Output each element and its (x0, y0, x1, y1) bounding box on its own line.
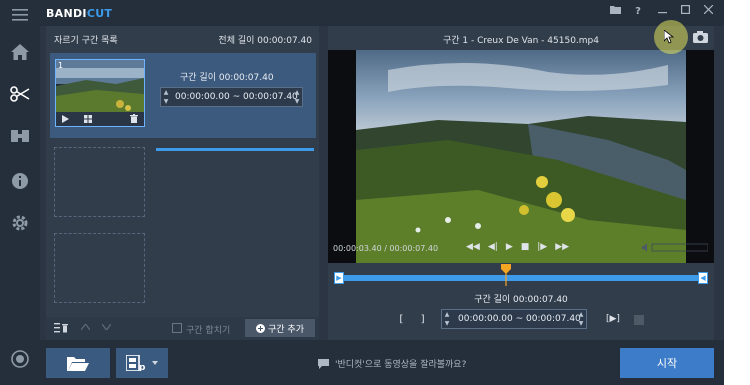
open-folder-icon (67, 357, 89, 371)
chevron-down-icon[interactable] (152, 361, 158, 365)
sidebar (0, 0, 40, 385)
app-window: BANDICUT ? 자르기 구간 목록 전체 길이 00:00:07.40 1… (0, 0, 724, 385)
add-segment-label: 구간 추가 (268, 324, 304, 335)
total-length: 전체 길이 00:00:07.40 (218, 36, 312, 46)
segment-thumbnail[interactable]: 1 (55, 59, 145, 127)
segment-progress-bar (156, 148, 314, 151)
cut-length-label: 구간 길이 00:00:07.40 (474, 295, 568, 305)
next-frame-icon[interactable]: |▶ (537, 242, 547, 252)
video-frame (356, 50, 686, 263)
segment-list-footer: 구간 합치기 구간 추가 (46, 317, 319, 340)
cut-end-spinner[interactable]: ▲ ▼ (576, 310, 586, 328)
range-separator: ~ (515, 314, 524, 324)
open-file-button[interactable] (46, 348, 110, 378)
timeline-start-handle[interactable]: ▶ (334, 272, 344, 284)
player-panel: 구간 1 - Creux De Van - 45150.mp4 00:00:03… (328, 26, 714, 340)
hint-message: '반디컷'으로 동영상을 잘라볼까요? (318, 357, 466, 370)
prev-segment-icon[interactable]: ◀◀ (466, 242, 480, 252)
thumbnail-image (56, 60, 144, 114)
cut-time-range[interactable]: ▲ ▼ 00:00:00.00 ~ 00:00:07.40 ▲ ▼ (441, 309, 587, 329)
start-button[interactable]: 시작 (620, 348, 714, 378)
logo-text-main: BANDI (46, 7, 87, 20)
clear-list-icon[interactable] (54, 323, 68, 333)
segment-list-header: 자르기 구간 목록 전체 길이 00:00:07.40 (46, 26, 319, 50)
info-icon[interactable] (8, 169, 32, 193)
cut-start-spinner[interactable]: ▲ ▼ (442, 310, 452, 328)
range-separator: ~ (232, 92, 241, 102)
set-end-button[interactable]: ] (420, 314, 426, 325)
timeline-track (336, 275, 706, 281)
prev-frame-icon[interactable]: ◀| (488, 242, 498, 252)
segment-number: 1 (58, 61, 64, 70)
logo-text-accent: CUT (86, 7, 113, 20)
hint-text: '반디컷'으로 동영상을 잘라볼까요? (335, 360, 467, 370)
svg-text:p: p (139, 363, 146, 371)
cut-time-range-text: 00:00:00.00 ~ 00:00:07.40 (458, 314, 581, 324)
start-spinner[interactable]: ▲ ▼ (161, 88, 171, 106)
merge-label: 구간 합치기 (186, 326, 231, 336)
playhead[interactable] (501, 264, 512, 286)
record-icon[interactable] (8, 347, 32, 371)
cut-timeline[interactable]: ▶ ◀ (334, 272, 708, 284)
segment-start-time[interactable]: 00:00:00.00 (175, 92, 230, 102)
playback-time: 00:00:03.40 / 00:00:07.40 (333, 244, 439, 253)
playback-controls: ◀◀ ◀| ▶ ■ |▶ ▶▶ (466, 242, 569, 252)
output-format-button[interactable]: p (116, 348, 168, 378)
camera-icon[interactable] (693, 31, 708, 43)
gear-icon[interactable] (8, 211, 32, 235)
cut-start-time[interactable]: 00:00:00.00 (458, 314, 513, 324)
grid-icon[interactable] (84, 115, 92, 123)
set-start-button[interactable]: [ (398, 314, 404, 325)
move-down-icon[interactable] (102, 324, 111, 330)
close-icon[interactable] (699, 4, 717, 20)
title-bar: BANDICUT ? (0, 0, 724, 26)
video-format-icon: p (126, 355, 146, 371)
thumbnail-toolbar (56, 112, 144, 126)
merge-checkbox[interactable] (172, 323, 182, 333)
segment-time-range[interactable]: ▲ ▼ 00:00:00.00 ~ 00:00:07.40 ▲ ▼ (160, 87, 303, 107)
trash-icon[interactable] (130, 114, 138, 123)
end-spinner[interactable]: ▲ ▼ (292, 88, 302, 106)
film-join-icon[interactable] (8, 124, 32, 148)
segment-list-title: 자르기 구간 목록 (54, 36, 118, 46)
menu-icon[interactable] (8, 3, 32, 27)
bottom-bar: p '반디컷'으로 동영상을 잘라볼까요? 시작 (40, 340, 724, 385)
stop-preview-icon[interactable] (634, 315, 644, 325)
video-preview[interactable] (328, 50, 714, 263)
minimize-icon[interactable] (653, 4, 671, 20)
plus-circle-icon (256, 323, 265, 333)
mouse-cursor-icon (664, 30, 674, 44)
segment-list-panel: 자르기 구간 목록 전체 길이 00:00:07.40 1 구간 길이 00:0… (46, 26, 319, 340)
help-icon[interactable]: ? (629, 4, 647, 20)
cut-end-time[interactable]: 00:00:07.40 (526, 314, 581, 324)
empty-segment-slot (54, 147, 145, 217)
segment-item[interactable]: 1 구간 길이 00:00:07.40 ▲ ▼ 00:00:00.00 ~ 00:… (50, 53, 316, 151)
empty-segment-slot (54, 233, 145, 303)
home-icon[interactable] (8, 40, 32, 64)
segment-length-label: 구간 길이 00:00:07.40 (180, 73, 274, 83)
maximize-icon[interactable] (676, 4, 694, 20)
play-icon[interactable]: ▶ (506, 242, 513, 252)
chat-bubble-icon (318, 358, 329, 369)
move-up-icon[interactable] (81, 324, 90, 330)
next-segment-icon[interactable]: ▶▶ (555, 242, 569, 252)
volume-control[interactable] (642, 243, 708, 252)
scissors-icon[interactable] (8, 82, 32, 106)
play-icon[interactable] (61, 115, 69, 123)
preview-segment-icon[interactable]: [▶] (606, 314, 620, 324)
folder-icon[interactable] (606, 4, 624, 20)
timeline-end-handle[interactable]: ◀ (698, 272, 708, 284)
add-segment-button[interactable]: 구간 추가 (245, 319, 315, 337)
segment-time-range-text: 00:00:00.00 ~ 00:00:07.40 (175, 92, 298, 102)
segment-end-time[interactable]: 00:00:07.40 (243, 92, 298, 102)
stop-icon[interactable]: ■ (521, 242, 530, 252)
app-logo: BANDICUT (46, 7, 112, 20)
